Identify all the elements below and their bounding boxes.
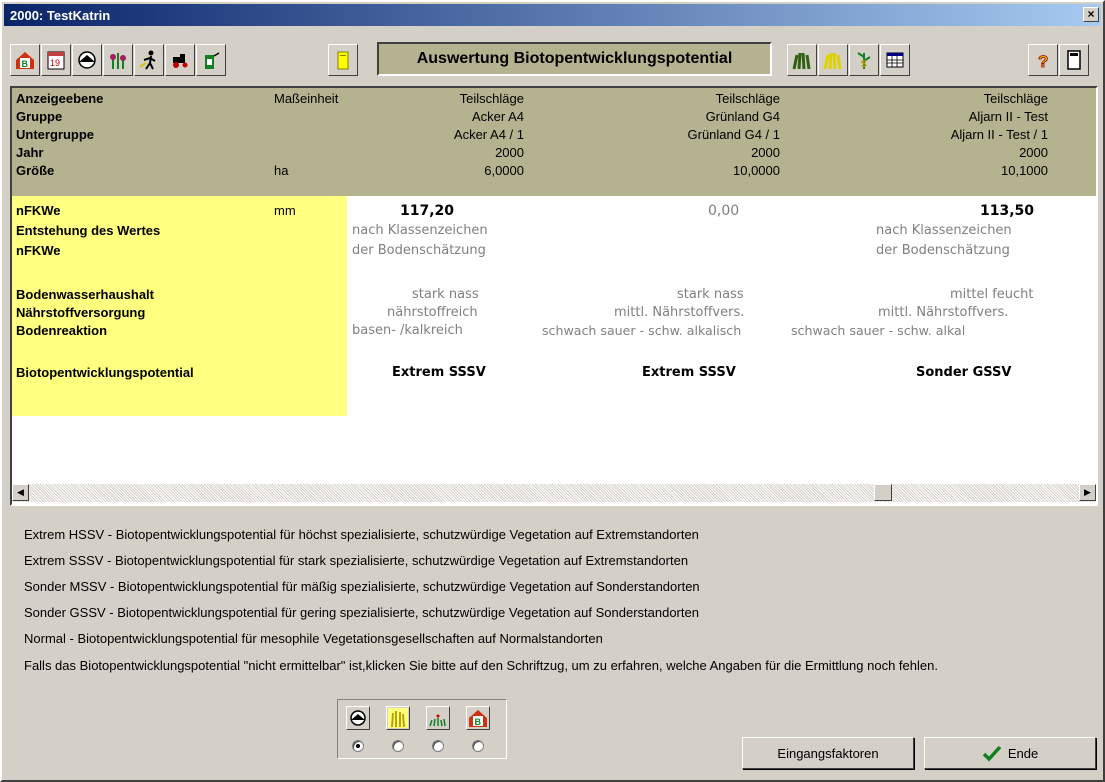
ende-button[interactable]: Ende <box>924 737 1096 769</box>
view-selector: B <box>337 699 507 759</box>
scroll-right-button[interactable]: ▶ <box>1079 484 1096 501</box>
row-biotopentwicklungspotential: Biotopentwicklungspotential Extrem SSSV … <box>16 365 1012 380</box>
grain-icon <box>388 708 408 728</box>
field-green-icon <box>792 52 811 70</box>
hint-text: Falls das Biotopentwicklungspotential "n… <box>24 658 938 673</box>
svg-text:B: B <box>22 59 29 69</box>
calendar-button[interactable]: 19 <box>41 44 71 76</box>
header-row-groesse: Größe ha 6,0000 10,0000 10,1000 <box>16 163 1048 178</box>
soil-sample-icon <box>78 51 96 69</box>
home-b-icon: B <box>469 710 487 727</box>
nfkwe-value-3: 113,50 <box>980 203 1035 219</box>
view-radio-home[interactable] <box>472 740 484 752</box>
soil-sample-button[interactable] <box>72 44 102 76</box>
eingangsfaktoren-button[interactable]: Eingangsfaktoren <box>742 737 914 769</box>
money-plant-button[interactable]: $ <box>849 44 879 76</box>
farmer-button[interactable] <box>134 44 164 76</box>
view-radio-soil[interactable] <box>352 740 364 752</box>
header-row-untergruppe: Untergruppe Acker A4 / 1 Grünland G4 / 1… <box>16 127 1048 142</box>
field-yellow-icon <box>823 52 842 70</box>
scroll-thumb[interactable] <box>874 484 892 501</box>
sprayer-icon <box>205 52 220 69</box>
potential-value-1[interactable]: Extrem SSSV <box>392 365 486 380</box>
plants-button[interactable] <box>103 44 133 76</box>
application-window: 2000: TestKatrin × B 19 Auswertung Bioto… <box>0 0 1105 782</box>
view-home-button[interactable]: B <box>466 706 490 730</box>
calculator-icon <box>1067 50 1081 70</box>
report-title: Auswertung Biotopentwicklungspotential <box>377 42 772 76</box>
row-bodenwasserhaushalt: Bodenwasserhaushalt stark nass stark nas… <box>16 287 1034 302</box>
svg-text:B: B <box>475 717 482 727</box>
row-nfkwe-source: nFKWe der Bodenschätzung der Bodenschätz… <box>16 243 1010 258</box>
calendar-icon: 19 <box>47 51 65 70</box>
legend-sssv: Extrem SSSV - Biotopentwicklungspotentia… <box>24 553 689 568</box>
scroll-left-button[interactable]: ◀ <box>12 484 29 501</box>
farmer-icon <box>139 50 156 70</box>
close-button[interactable]: × <box>1083 7 1099 22</box>
horizontal-scrollbar[interactable]: ◀ ▶ <box>12 484 1096 502</box>
nfkwe-value-1: 117,20 <box>400 203 455 219</box>
row-nfkwe: nFKWe mm 117,20 0,00 113,50 <box>16 203 1035 219</box>
sprayer-button[interactable] <box>196 44 226 76</box>
field-green-button[interactable] <box>787 44 817 76</box>
svg-text:?: ? <box>1038 52 1048 71</box>
legend-gssv: Sonder GSSV - Biotopentwicklungspotentia… <box>24 605 699 620</box>
note-icon <box>337 51 349 70</box>
title-bar: 2000: TestKatrin × <box>4 4 1101 26</box>
soil-sample-icon <box>350 710 366 726</box>
table-button[interactable] <box>880 44 910 76</box>
row-bodenreaktion: Bodenreaktion basen- /kalkreich schwach … <box>16 323 966 338</box>
help-button[interactable]: ? <box>1028 44 1058 76</box>
header-row-jahr: Jahr 2000 2000 2000 <box>16 145 1048 160</box>
field-yellow-button[interactable] <box>818 44 848 76</box>
legend-hssv: Extrem HSSV - Biotopentwicklungspotentia… <box>24 527 699 542</box>
money-plant-icon: $ <box>857 52 871 70</box>
checkmark-icon <box>982 745 1002 762</box>
potential-value-3[interactable]: Sonder GSSV <box>916 365 1011 380</box>
svg-text:19: 19 <box>50 58 60 68</box>
view-soil-button[interactable] <box>346 706 370 730</box>
table-icon <box>886 52 904 68</box>
tractor-button[interactable] <box>165 44 195 76</box>
potential-value-2[interactable]: Extrem SSSV <box>642 365 736 380</box>
home-b-button[interactable]: B <box>10 44 40 76</box>
view-grain-button[interactable] <box>386 706 410 730</box>
nfkwe-value-2: 0,00 <box>708 203 740 219</box>
note-button[interactable] <box>328 44 358 76</box>
meadow-icon <box>429 714 446 727</box>
header-row-gruppe: Gruppe Acker A4 Grünland G4 Aljarn II - … <box>16 109 1048 124</box>
view-radio-grain[interactable] <box>392 740 404 752</box>
legend-normal: Normal - Biotopentwicklungspotential für… <box>24 631 603 646</box>
view-radio-meadow[interactable] <box>432 740 444 752</box>
help-icon: ? <box>1038 52 1049 71</box>
plants-icon <box>110 53 126 69</box>
tractor-icon <box>173 54 188 68</box>
calculator-button[interactable] <box>1059 44 1089 76</box>
evaluation-grid: Anzeigeebene Maßeinheit Teilschläge Teil… <box>10 86 1098 506</box>
view-meadow-button[interactable] <box>426 706 450 730</box>
svg-text:$: $ <box>861 59 867 70</box>
window-title: 2000: TestKatrin <box>10 7 111 23</box>
row-naehrstoffversorgung: Nährstoffversorgung nährstoffreich mittl… <box>16 305 1009 320</box>
legend-mssv: Sonder MSSV - Biotopentwicklungspotentia… <box>24 579 700 594</box>
header-row-anzeigeebene: Anzeigeebene Maßeinheit Teilschläge Teil… <box>16 91 1048 106</box>
home-b-icon: B <box>16 52 34 69</box>
row-entstehung: Entstehung des Wertes nach Klassenzeiche… <box>16 223 1012 238</box>
